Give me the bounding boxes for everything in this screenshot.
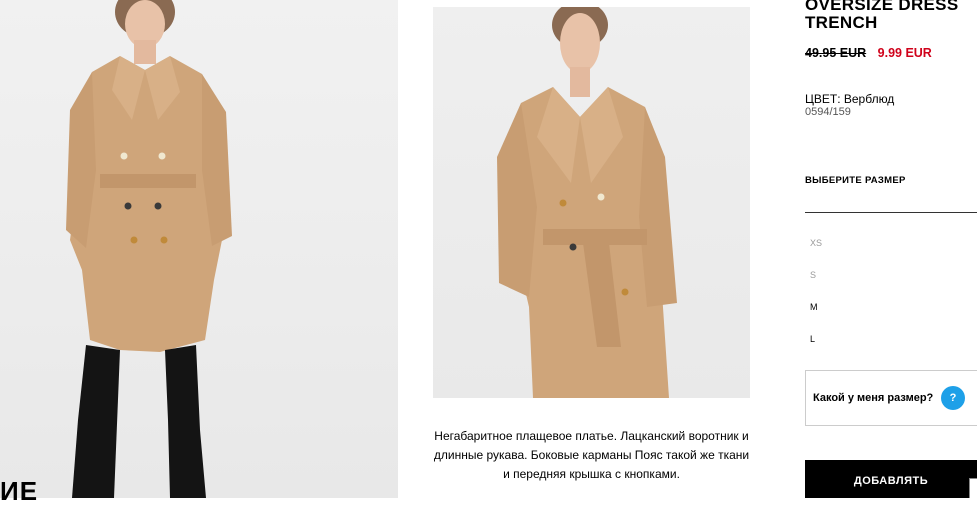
- price-row: 49.95 EUR 9.99 EUR: [805, 46, 932, 60]
- size-heading: ВЫБЕРИТЕ РАЗМЕР: [805, 175, 906, 186]
- product-photo-full-length[interactable]: [0, 0, 398, 498]
- scroll-corner: [969, 478, 977, 498]
- product-title: OVERSIZE DRESS TRENCH: [805, 0, 959, 32]
- old-price: 49.95 EUR: [805, 46, 867, 60]
- model-closeup-illustration: [497, 7, 677, 398]
- model-illustration: [66, 0, 232, 498]
- size-help-link[interactable]: Какой у меня размер?: [813, 392, 933, 404]
- size-divider: [805, 212, 977, 213]
- size-option-s[interactable]: S: [810, 265, 960, 285]
- product-description: Негабаритное плащевое платье. Лацканский…: [433, 429, 750, 481]
- size-option-xs[interactable]: XS: [810, 233, 960, 253]
- add-to-cart-button[interactable]: ДОБАВЛЯТЬ: [805, 460, 977, 498]
- left-caption-text: ИЕ: [0, 476, 39, 506]
- size-option-l[interactable]: L: [810, 329, 960, 349]
- question-icon[interactable]: ?: [941, 386, 965, 410]
- sale-price: 9.99 EUR: [877, 46, 932, 60]
- reference-code: 0594/159: [805, 106, 851, 118]
- color-label: ЦВЕТ: Верблюд: [805, 92, 895, 106]
- size-option-m[interactable]: M: [810, 297, 960, 317]
- product-photo-closeup[interactable]: [433, 7, 750, 398]
